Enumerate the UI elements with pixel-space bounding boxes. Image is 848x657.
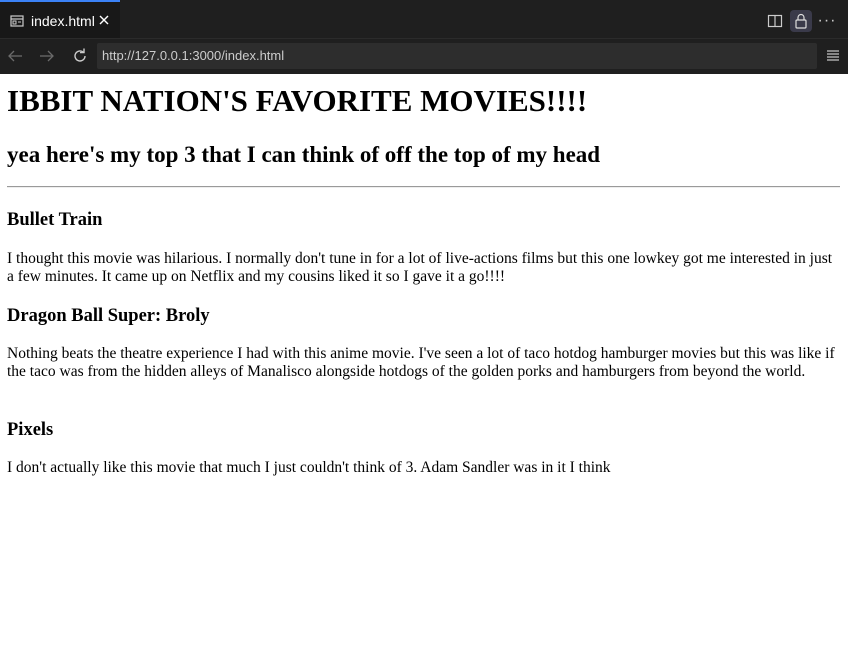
url-input[interactable] (97, 43, 817, 69)
reload-icon[interactable] (68, 44, 92, 68)
movie-title: Bullet Train (7, 210, 103, 230)
divider (7, 186, 840, 188)
arrow-right-icon[interactable] (35, 44, 59, 68)
page-title: IBBIT NATION'S FAVORITE MOVIES!!!! (7, 83, 588, 118)
more-actions-button[interactable]: ··· (816, 10, 838, 32)
tab-title: index.html (31, 13, 95, 29)
menu-icon[interactable] (823, 46, 843, 66)
web-page-content: IBBIT NATION'S FAVORITE MOVIES!!!! yea h… (0, 75, 848, 657)
movie-title: Dragon Ball Super: Broly (7, 306, 210, 326)
arrow-left-icon[interactable] (3, 44, 27, 68)
page-subtitle: yea here's my top 3 that I can think of … (7, 142, 601, 167)
tab-index-html[interactable]: index.html (0, 0, 120, 38)
movie-review: I thought this movie was hilarious. I no… (7, 250, 833, 285)
address-bar (0, 39, 848, 74)
split-editor-icon[interactable] (764, 10, 786, 32)
tab-bar: index.html ··· (0, 0, 848, 39)
close-icon[interactable] (97, 13, 111, 27)
browser-preview-icon (10, 15, 24, 27)
movie-title: Pixels (7, 420, 54, 440)
movie-review: I don't actually like this movie that mu… (7, 459, 611, 476)
lock-icon[interactable] (790, 10, 812, 32)
movie-review: Nothing beats the theatre experience I h… (7, 345, 835, 380)
